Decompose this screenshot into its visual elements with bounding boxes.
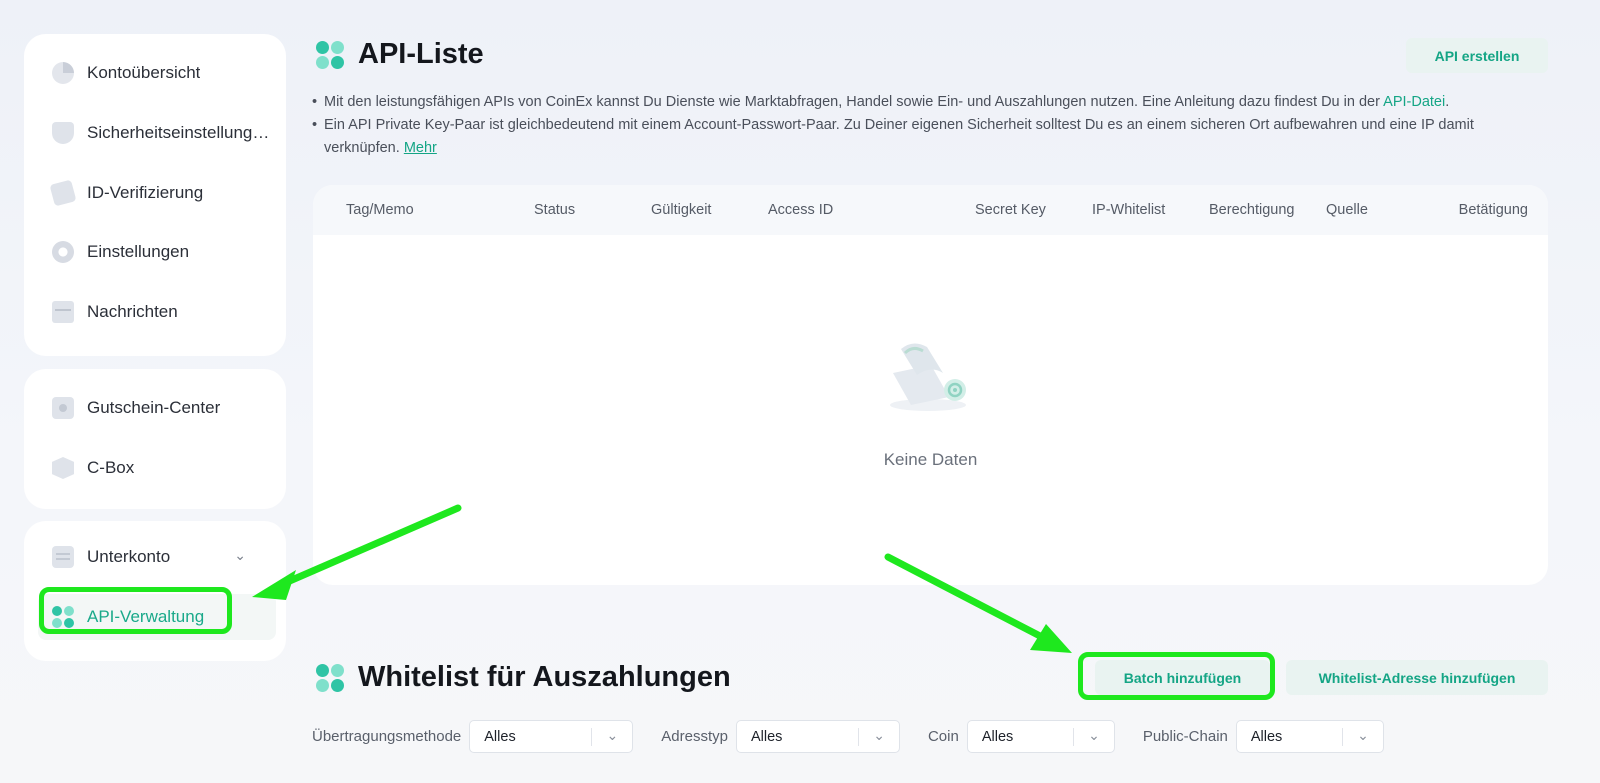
page-title: API-Liste bbox=[358, 38, 484, 70]
whitelist-filters: Übertragungsmethode Alles ⌄ Adresstyp Al… bbox=[312, 720, 1384, 753]
arrow-head-batch bbox=[1030, 624, 1072, 653]
select-divider bbox=[591, 728, 593, 746]
sidebar-item-sicherheit[interactable]: Sicherheitseinstellung… bbox=[52, 115, 276, 151]
create-api-button[interactable]: API erstellen bbox=[1406, 38, 1548, 73]
sidebar-item-label: Sicherheitseinstellung… bbox=[87, 123, 270, 142]
select-value: Alles bbox=[484, 728, 516, 745]
note-1-end: . bbox=[1445, 94, 1450, 110]
coupon-icon bbox=[52, 397, 74, 419]
filter-select-address-type[interactable]: Alles ⌄ bbox=[735, 720, 900, 753]
select-value: Alles bbox=[981, 728, 1014, 745]
column-header: Secret Key bbox=[975, 202, 1046, 218]
sidebar-item-id-verifizierung[interactable]: ID-Verifizierung bbox=[49, 175, 276, 211]
sidebar-item-label: Gutschein-Center bbox=[87, 398, 221, 417]
sidebar-item-label: Kontoübersicht bbox=[87, 63, 201, 82]
chevron-down-icon[interactable]: ⌄ bbox=[234, 547, 246, 564]
filter-label: Coin bbox=[927, 728, 959, 745]
sidebar-item-api-verwaltung[interactable]: API-Verwaltung bbox=[38, 594, 276, 640]
chevron-down-icon: ⌄ bbox=[873, 727, 885, 743]
api-doc-link[interactable]: API-Datei bbox=[1383, 94, 1445, 110]
api-notes: • Mit den leistungsfähigen APIs von Coin… bbox=[312, 91, 1532, 160]
bullet-dot: • bbox=[312, 117, 318, 133]
sidebar-item-kontouebersicht[interactable]: Kontoübersicht bbox=[52, 55, 276, 91]
column-header: Tag/Memo bbox=[346, 202, 414, 218]
sidebar-item-gutschein-center[interactable]: Gutschein-Center bbox=[52, 390, 276, 426]
whitelist-heading: Whitelist für Auszahlungen bbox=[316, 661, 731, 694]
select-divider bbox=[857, 728, 859, 746]
filter-select-coin[interactable]: Alles ⌄ bbox=[966, 720, 1115, 753]
sidebar-item-label: Unterkonto bbox=[87, 547, 171, 566]
shield-icon bbox=[52, 122, 74, 144]
table-header: Tag/Memo Status Gültigkeit Access ID Sec… bbox=[313, 185, 1548, 235]
sidebar-item-nachrichten[interactable]: Nachrichten bbox=[52, 294, 276, 330]
api-icon bbox=[316, 40, 344, 69]
more-link[interactable]: Mehr bbox=[404, 140, 437, 156]
sidebar-card-rewards: Gutschein-Center C-Box bbox=[24, 369, 286, 509]
select-value: Alles bbox=[1250, 728, 1283, 745]
note-item: • Mit den leistungsfähigen APIs von Coin… bbox=[312, 91, 1532, 114]
sidebar-item-unterkonto[interactable]: Unterkonto ⌄ bbox=[52, 539, 276, 575]
note-text: Ein API Private Key-Paar ist gleichbedeu… bbox=[324, 114, 1532, 160]
select-divider bbox=[1072, 728, 1074, 746]
subaccount-icon bbox=[52, 546, 74, 568]
filter-label: Public-Chain bbox=[1142, 728, 1228, 745]
sidebar-item-c-box[interactable]: C-Box bbox=[52, 450, 276, 486]
empty-state-text: Keine Daten bbox=[883, 450, 978, 469]
add-whitelist-address-button[interactable]: Whitelist-Adresse hinzufügen bbox=[1286, 660, 1548, 695]
note-item: • Ein API Private Key-Paar ist gleichbed… bbox=[312, 114, 1532, 160]
message-icon bbox=[52, 301, 74, 323]
section-title: Whitelist für Auszahlungen bbox=[358, 661, 731, 693]
note-2-text: Ein API Private Key-Paar ist gleichbedeu… bbox=[324, 117, 1474, 156]
filter-label: Übertragungsmethode bbox=[312, 728, 462, 745]
chevron-down-icon: ⌄ bbox=[606, 727, 619, 743]
chevron-down-icon: ⌄ bbox=[1088, 727, 1100, 743]
empty-state-icon bbox=[890, 343, 966, 411]
select-divider bbox=[1341, 728, 1343, 746]
box-icon bbox=[52, 457, 74, 479]
chevron-down-icon: ⌄ bbox=[1357, 727, 1369, 743]
column-header: Access ID bbox=[768, 202, 834, 218]
column-header: Betätigung bbox=[1458, 202, 1528, 218]
column-header: Berechtigung bbox=[1209, 202, 1295, 218]
filter-select-transfer-method[interactable]: Alles ⌄ bbox=[469, 720, 634, 753]
column-header: IP-Whitelist bbox=[1092, 202, 1166, 218]
batch-add-button[interactable]: Batch hinzufügen bbox=[1095, 660, 1270, 695]
sidebar-card-account: Kontoübersicht Sicherheitseinstellung… I… bbox=[24, 34, 286, 356]
select-value: Alles bbox=[750, 728, 783, 745]
api-table: Tag/Memo Status Gültigkeit Access ID Sec… bbox=[313, 185, 1548, 585]
id-card-icon bbox=[49, 179, 77, 207]
filter-label: Adresstyp bbox=[661, 728, 728, 745]
sidebar-item-label: ID-Verifizierung bbox=[87, 183, 204, 202]
column-header: Gültigkeit bbox=[651, 202, 712, 218]
note-text: Mit den leistungsfähigen APIs von CoinEx… bbox=[324, 91, 1449, 114]
sidebar-item-label: Einstellungen bbox=[87, 242, 190, 261]
api-list-heading: API-Liste bbox=[316, 38, 484, 71]
filter-select-public-chain[interactable]: Alles ⌄ bbox=[1235, 720, 1384, 753]
note-1-text: Mit den leistungsfähigen APIs von CoinEx… bbox=[324, 94, 1384, 110]
pie-chart-icon bbox=[52, 62, 74, 84]
column-header: Status bbox=[534, 202, 576, 218]
api-icon bbox=[52, 606, 74, 628]
sidebar-card-accounts: Unterkonto ⌄ API-Verwaltung bbox=[24, 521, 286, 661]
sidebar-item-label: API-Verwaltung bbox=[87, 607, 205, 626]
api-icon bbox=[316, 663, 344, 692]
sidebar-item-einstellungen[interactable]: Einstellungen bbox=[52, 234, 276, 270]
bullet-dot: • bbox=[312, 94, 318, 110]
gear-icon bbox=[52, 241, 74, 263]
sidebar-item-label: Nachrichten bbox=[87, 302, 178, 321]
column-header: Quelle bbox=[1326, 202, 1368, 218]
sidebar-item-label: C-Box bbox=[87, 458, 135, 477]
